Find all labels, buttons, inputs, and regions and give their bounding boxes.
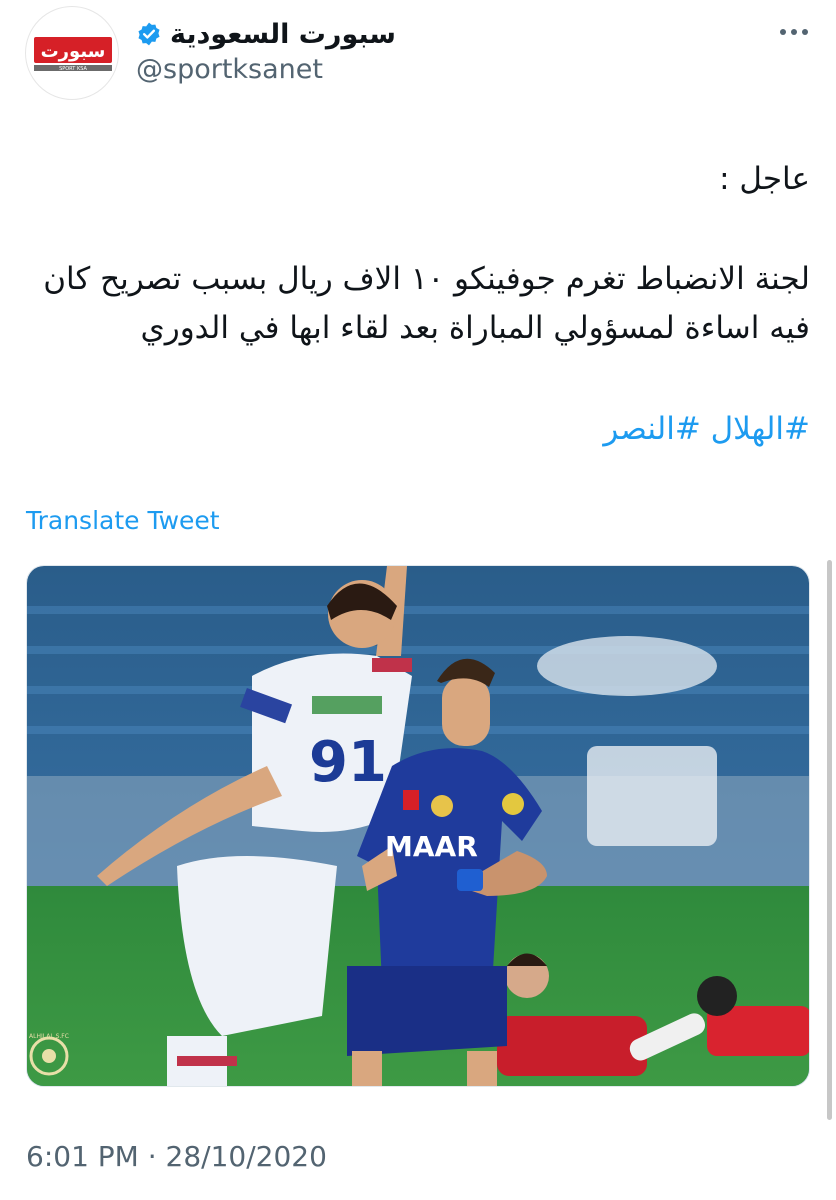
scrollbar[interactable] [827,560,832,1120]
tweet-header: سبورت SPORT KSA سبورت السعودية @sportksa… [0,0,836,110]
tweet-hashtags[interactable]: #الهلال #النصر [20,405,810,454]
avatar-logo-text: سبورت [41,41,106,62]
avatar-logo-icon: سبورت SPORT KSA [34,37,112,72]
tweet-media-photo[interactable]: 91 MAAR ALHILAL S.FC [26,565,810,1087]
football-photo-icon: 91 MAAR ALHILAL S.FC [27,566,809,1086]
translate-tweet-link[interactable]: Translate Tweet [26,506,220,535]
tweet-text-urgent: عاجل : [719,161,810,197]
display-name[interactable]: سبورت السعودية [170,19,396,50]
sponsor-text: MAAR [385,830,478,863]
tweet-text-body: لجنة الانضباط تغرم جوفينكو ١٠ الاف ريال … [43,261,810,346]
avatar[interactable]: سبورت SPORT KSA [25,6,119,100]
name-row: سبورت السعودية [136,14,396,54]
club-badge-text: ALHILAL S.FC [29,1033,69,1040]
verified-badge-icon [136,21,162,47]
jersey-number: 91 [309,730,387,795]
tweet-timestamp[interactable]: 6:01 PM · 28/10/2020 [26,1140,327,1173]
more-dots-icon[interactable] [778,22,810,42]
avatar-logo-subtext: SPORT KSA [59,66,87,72]
user-handle[interactable]: @sportksanet [136,54,323,85]
